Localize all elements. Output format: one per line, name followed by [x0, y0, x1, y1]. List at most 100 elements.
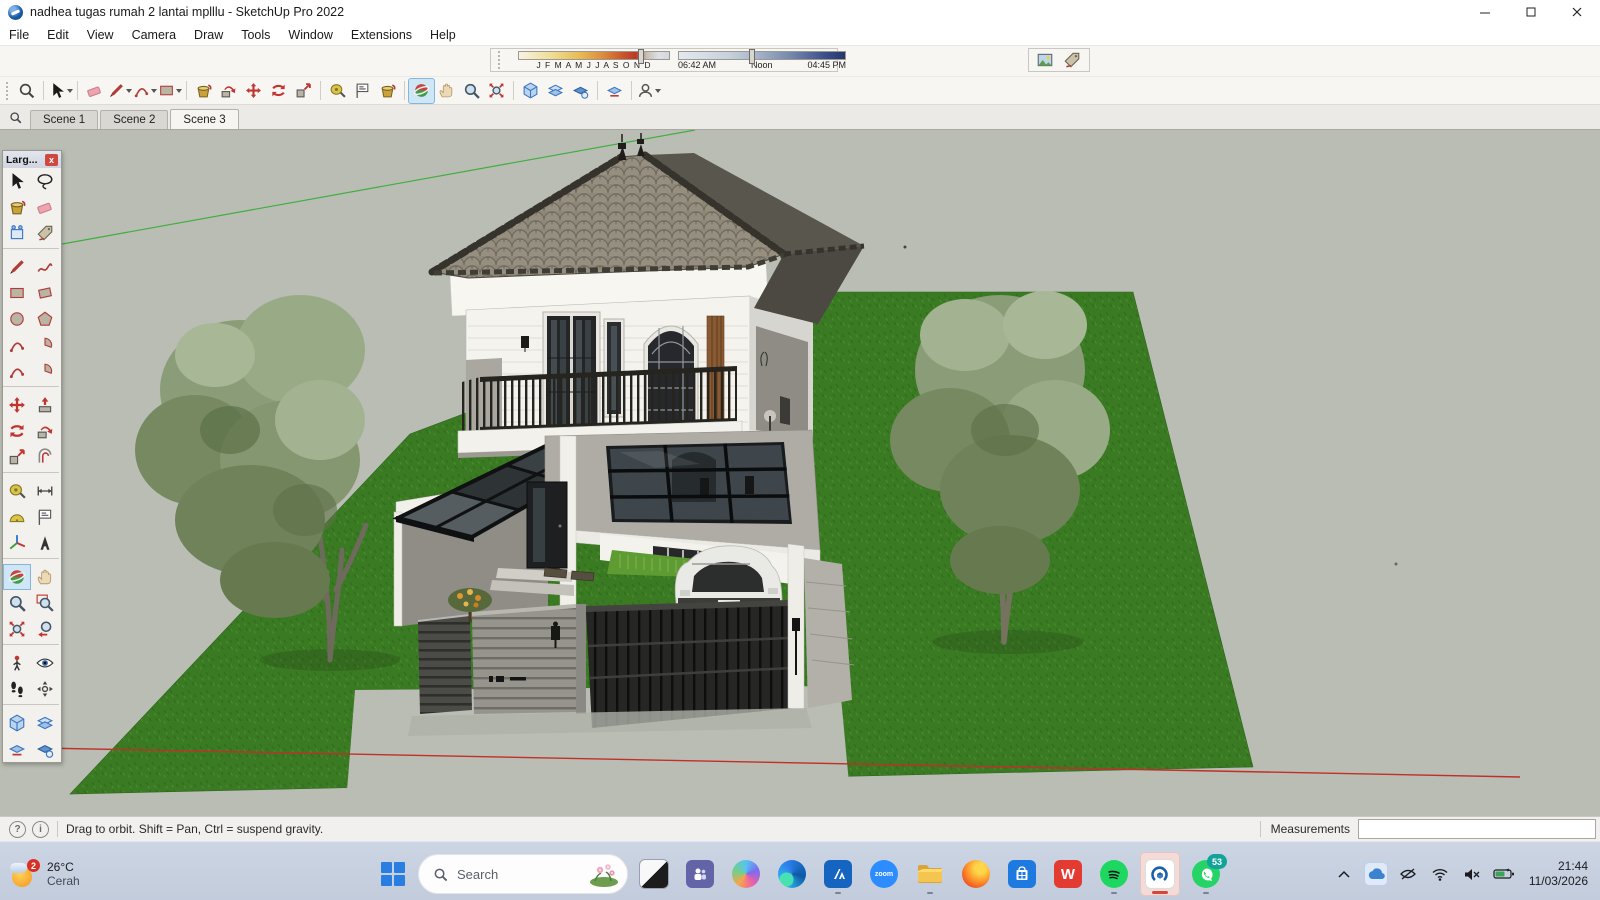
model-viewport[interactable]: Larg... x	[0, 130, 1600, 816]
model-canvas[interactable]	[0, 130, 1600, 816]
select-tool-icon[interactable]	[48, 79, 73, 103]
tool-rotated-rectangle-icon[interactable]	[31, 280, 59, 306]
tool-paint-bucket-icon[interactable]	[3, 194, 31, 220]
tool-turn-icon[interactable]	[31, 676, 59, 702]
tool-move-icon[interactable]	[3, 392, 31, 418]
tool-axes-icon[interactable]	[3, 530, 31, 556]
tape-measure-tool-icon[interactable]	[325, 79, 350, 103]
wps-office-icon[interactable]: W	[1048, 852, 1088, 896]
tool-3d-text-icon[interactable]	[31, 530, 59, 556]
tool-line-icon[interactable]	[3, 254, 31, 280]
trimble-connect-icon[interactable]	[518, 79, 543, 103]
tool-push-pull-icon[interactable]	[31, 392, 59, 418]
shadow-time-slider[interactable]: 06:42 AM Noon 04:45 PM	[678, 51, 846, 70]
menu-help[interactable]: Help	[421, 26, 465, 44]
ia-app-icon[interactable]	[818, 852, 858, 896]
toolbar-grip[interactable]	[498, 51, 500, 69]
onedrive-icon[interactable]	[1365, 863, 1387, 885]
menu-draw[interactable]: Draw	[185, 26, 232, 44]
tool-polygon-icon[interactable]	[31, 306, 59, 332]
tool-freehand-icon[interactable]	[31, 254, 59, 280]
tool-zoom-extents-icon[interactable]	[3, 616, 31, 642]
account-icon[interactable]	[636, 79, 661, 103]
tray-chevron-up-icon[interactable]	[1333, 863, 1355, 885]
zoom-extents-tool-icon[interactable]	[484, 79, 509, 103]
wifi-icon[interactable]	[1429, 863, 1451, 885]
menu-camera[interactable]: Camera	[123, 26, 185, 44]
chevron-down-icon[interactable]	[67, 89, 73, 93]
firefox-icon[interactable]	[956, 852, 996, 896]
model-settings-icon[interactable]	[602, 79, 627, 103]
palette-title-bar[interactable]: Larg... x	[3, 151, 61, 168]
zoom-tool-icon[interactable]	[459, 79, 484, 103]
pan-tool-icon[interactable]	[434, 79, 459, 103]
help-icon[interactable]: ?	[9, 821, 26, 838]
close-button[interactable]	[1554, 0, 1600, 24]
taskbar-search[interactable]: Search	[418, 854, 628, 894]
paint-bucket-tool-icon[interactable]	[191, 79, 216, 103]
tool-look-around-icon[interactable]	[31, 650, 59, 676]
move-tool-icon[interactable]	[241, 79, 266, 103]
warehouse-3d-icon[interactable]	[543, 79, 568, 103]
file-explorer-icon[interactable]	[910, 852, 950, 896]
line-tool-icon[interactable]	[107, 79, 132, 103]
maximize-button[interactable]	[1508, 0, 1554, 24]
menu-edit[interactable]: Edit	[38, 26, 78, 44]
tool-tag-icon[interactable]	[31, 220, 59, 246]
menu-window[interactable]: Window	[279, 26, 341, 44]
tool-offset-icon[interactable]	[31, 444, 59, 470]
whatsapp-icon[interactable]: 53	[1186, 852, 1226, 896]
materials-tool-icon[interactable]	[375, 79, 400, 103]
tool-tape-measure-icon[interactable]	[3, 478, 31, 504]
volume-muted-icon[interactable]	[1461, 863, 1483, 885]
time-slider-handle[interactable]	[749, 49, 755, 64]
menu-view[interactable]: View	[78, 26, 123, 44]
tool-lasso-icon[interactable]	[31, 168, 59, 194]
tool-follow-me-icon[interactable]	[31, 418, 59, 444]
tab-scene-3[interactable]: Scene 3	[170, 109, 238, 129]
teams-icon[interactable]	[680, 852, 720, 896]
edge-icon[interactable]	[772, 852, 812, 896]
tool-arc-icon[interactable]	[3, 332, 31, 358]
scale-tool-icon[interactable]	[291, 79, 316, 103]
tool-position-camera-icon[interactable]	[3, 650, 31, 676]
tool-zoom-window-icon[interactable]	[31, 590, 59, 616]
rectangle-tool-icon[interactable]	[157, 79, 182, 103]
tool-pan-icon[interactable]	[31, 564, 59, 590]
orbit-tool-icon[interactable]	[409, 79, 434, 103]
tool-pie-icon[interactable]	[31, 332, 59, 358]
tool-make-component-icon[interactable]	[3, 220, 31, 246]
palette-close-icon[interactable]: x	[45, 154, 58, 166]
zoom-icon[interactable]: zoom	[864, 852, 904, 896]
tool-rotate-icon[interactable]	[3, 418, 31, 444]
eraser-tool-icon[interactable]	[82, 79, 107, 103]
tool-display-section-fill-icon[interactable]	[31, 736, 59, 762]
photo-texture-icon[interactable]	[1036, 51, 1055, 69]
start-button[interactable]	[374, 852, 412, 896]
tool-orbit-icon[interactable]	[3, 564, 31, 590]
tool-zoom-previous-icon[interactable]	[31, 616, 59, 642]
tool-section-plane-icon[interactable]	[3, 710, 31, 736]
extension-warehouse-icon[interactable]	[568, 79, 593, 103]
search-tool-icon[interactable]	[14, 79, 39, 103]
chevron-down-icon[interactable]	[176, 89, 182, 93]
sketchup-icon[interactable]	[1140, 852, 1180, 896]
tool-protractor-icon[interactable]	[3, 504, 31, 530]
tab-scene-1[interactable]: Scene 1	[30, 110, 98, 129]
minimize-button[interactable]	[1462, 0, 1508, 24]
tool-display-section-planes-icon[interactable]	[31, 710, 59, 736]
privacy-eye-off-icon[interactable]	[1397, 863, 1419, 885]
battery-charging-icon[interactable]	[1493, 863, 1515, 885]
tool-eraser-icon[interactable]	[31, 194, 59, 220]
task-view-icon[interactable]	[634, 852, 674, 896]
toolbar-grip[interactable]	[6, 82, 12, 100]
menu-file[interactable]: File	[0, 26, 38, 44]
copilot-icon[interactable]	[726, 852, 766, 896]
tool-select-icon[interactable]	[3, 168, 31, 194]
tool-scale-icon[interactable]	[3, 444, 31, 470]
tab-scene-2[interactable]: Scene 2	[100, 110, 168, 129]
text-tool-icon[interactable]	[350, 79, 375, 103]
chevron-down-icon[interactable]	[655, 89, 661, 93]
follow-me-tool-icon[interactable]	[216, 79, 241, 103]
tool-display-section-cuts-icon[interactable]	[3, 736, 31, 762]
